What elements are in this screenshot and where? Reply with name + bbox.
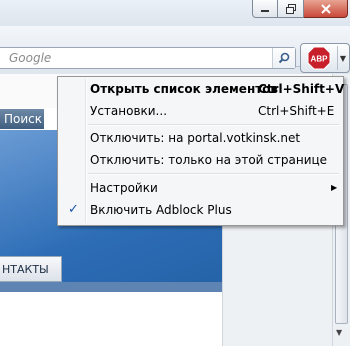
page-body-area: [0, 292, 222, 346]
search-input[interactable]: Google: [0, 47, 296, 69]
menu-separator: [88, 124, 339, 126]
title-bar: [0, 0, 350, 26]
menu-item-settings[interactable]: Настройки ▶: [60, 178, 341, 198]
adblock-menu: Открыть список элементов Ctrl+Shift+V Ус…: [57, 76, 344, 226]
menu-item-shortcut: Ctrl+Shift+V: [258, 82, 345, 96]
restore-icon: [285, 3, 296, 14]
menu-item-enable-adblock[interactable]: ✓ Включить Adblock Plus: [60, 200, 341, 220]
page-right-panel: [222, 224, 332, 346]
menu-item-preferences[interactable]: Установки... Ctrl+Shift+E: [60, 101, 341, 121]
adblock-dropdown-toggle[interactable]: ▼: [337, 46, 348, 70]
close-icon: [320, 3, 331, 14]
chevron-down-scroll-icon[interactable]: ▼: [336, 328, 342, 337]
search-icon: [278, 52, 290, 64]
menu-item-open-blockable-items[interactable]: Открыть список элементов Ctrl+Shift+V: [60, 79, 345, 99]
menu-item-label: Включить Adblock Plus: [90, 203, 232, 217]
chevron-right-icon: ▶: [331, 183, 338, 192]
search-go-button[interactable]: [272, 48, 295, 68]
menu-item-disable-on-site[interactable]: Отключить: на portal.votkinsk.net: [60, 128, 341, 148]
close-button[interactable]: [304, 0, 348, 18]
adblock-plus-button[interactable]: ABP ▼: [300, 43, 350, 73]
menu-item-label: Отключить: на portal.votkinsk.net: [90, 131, 301, 145]
menu-item-label: Настройки: [90, 181, 158, 195]
search-placeholder: Google: [9, 51, 52, 65]
menu-item-label: Открыть список элементов: [90, 82, 279, 96]
menu-item-label: Отключить: только на этой странице: [90, 153, 328, 167]
minimize-icon: [261, 9, 269, 12]
contacts-tab[interactable]: НТАКТЫ: [0, 256, 62, 282]
site-nav-strip: [0, 282, 222, 292]
menu-item-shortcut: Ctrl+Shift+E: [258, 104, 335, 118]
minimize-button[interactable]: [252, 0, 278, 18]
window-controls: [252, 0, 348, 19]
menu-item-label: Установки...: [90, 104, 168, 118]
menu-separator: [88, 173, 339, 175]
adblock-plus-icon: ABP: [307, 46, 331, 70]
adblock-plus-logo-text: ABP: [311, 55, 329, 64]
restore-button[interactable]: [278, 0, 304, 18]
site-search-button[interactable]: Поиск: [0, 109, 44, 129]
chevron-down-icon: ▼: [339, 53, 347, 63]
menu-item-disable-on-page[interactable]: Отключить: только на этой странице: [60, 150, 341, 170]
checkmark-icon: ✓: [68, 202, 79, 217]
